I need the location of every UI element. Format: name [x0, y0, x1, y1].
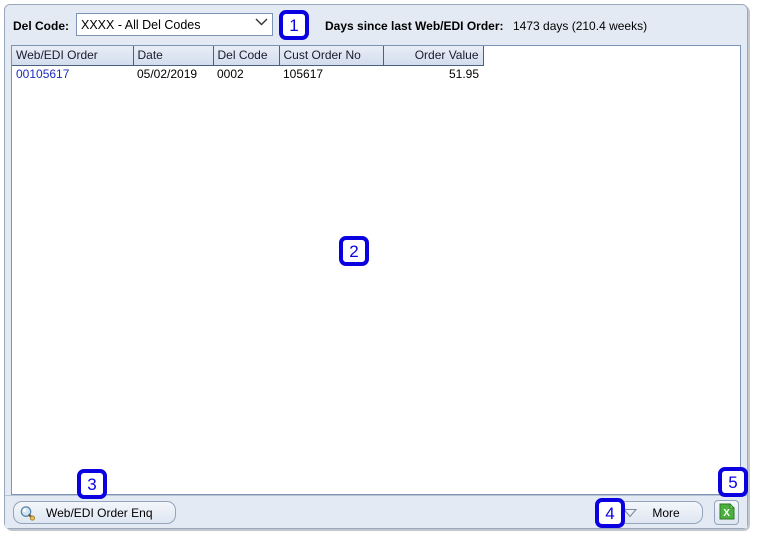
- del-code-select[interactable]: XXXX - All Del Codes: [76, 13, 273, 36]
- cell-web-edi-order: 00105617: [16, 67, 70, 82]
- orders-grid-container: Web/EDI Order Date Del Code Cust Order N…: [11, 45, 741, 495]
- web-edi-order-enq-label: Web/EDI Order Enq: [46, 505, 153, 520]
- bottom-toolbar: Web/EDI Order Enq More X: [5, 495, 747, 528]
- days-since-last-order-value: 1473 days (210.4 weeks): [513, 19, 648, 33]
- orders-grid: Web/EDI Order Date Del Code Cust Order N…: [12, 46, 740, 83]
- annotation-badge-5: 5: [718, 467, 748, 497]
- svg-text:X: X: [723, 508, 730, 519]
- annotation-badge-2: 2: [339, 236, 369, 266]
- annotation-badge-4: 4: [595, 498, 625, 528]
- orders-grid-header: Web/EDI Order Date Del Code Cust Order N…: [12, 46, 740, 66]
- cell-order-value: 51.95: [448, 67, 479, 82]
- table-row[interactable]: 00105617 05/02/2019 0002 105617 51.95: [12, 65, 740, 83]
- days-since-last-order-label: Days since last Web/EDI Order:: [325, 19, 504, 33]
- excel-export-icon: X: [719, 502, 735, 523]
- chevron-down-icon: [250, 18, 272, 31]
- cell-filler: [483, 65, 740, 83]
- column-header-order-value[interactable]: Order Value: [383, 46, 484, 66]
- cell-cust-order-no: 105617: [283, 67, 324, 82]
- magnifier-icon: [19, 505, 35, 521]
- column-header-cust-order-no[interactable]: Cust Order No: [279, 46, 384, 66]
- cell-date: 05/02/2019: [137, 67, 198, 82]
- app-root: Del Code: XXXX - All Del Codes Days sinc…: [0, 0, 758, 537]
- web-edi-order-panel: Del Code: XXXX - All Del Codes Days sinc…: [4, 4, 748, 529]
- more-button[interactable]: More: [615, 501, 703, 524]
- column-header-filler: [483, 46, 740, 66]
- annotation-badge-1: 1: [279, 10, 309, 40]
- export-to-excel-button[interactable]: X: [714, 500, 739, 525]
- column-header-del-code[interactable]: Del Code: [213, 46, 280, 66]
- more-button-label: More: [652, 505, 680, 520]
- column-header-web-edi-order[interactable]: Web/EDI Order: [12, 46, 134, 66]
- filter-bar: Del Code: XXXX - All Del Codes Days sinc…: [5, 5, 747, 45]
- orders-grid-header-row: Web/EDI Order Date Del Code Cust Order N…: [12, 46, 740, 66]
- column-header-date[interactable]: Date: [133, 46, 214, 66]
- web-edi-order-enq-button[interactable]: Web/EDI Order Enq: [13, 501, 176, 524]
- orders-grid-body: 00105617 05/02/2019 0002 105617 51.95: [12, 65, 740, 83]
- cell-del-code: 0002: [217, 67, 244, 82]
- annotation-badge-3: 3: [77, 469, 107, 499]
- del-code-selected-value: XXXX - All Del Codes: [81, 17, 201, 32]
- del-code-label: Del Code:: [13, 19, 70, 33]
